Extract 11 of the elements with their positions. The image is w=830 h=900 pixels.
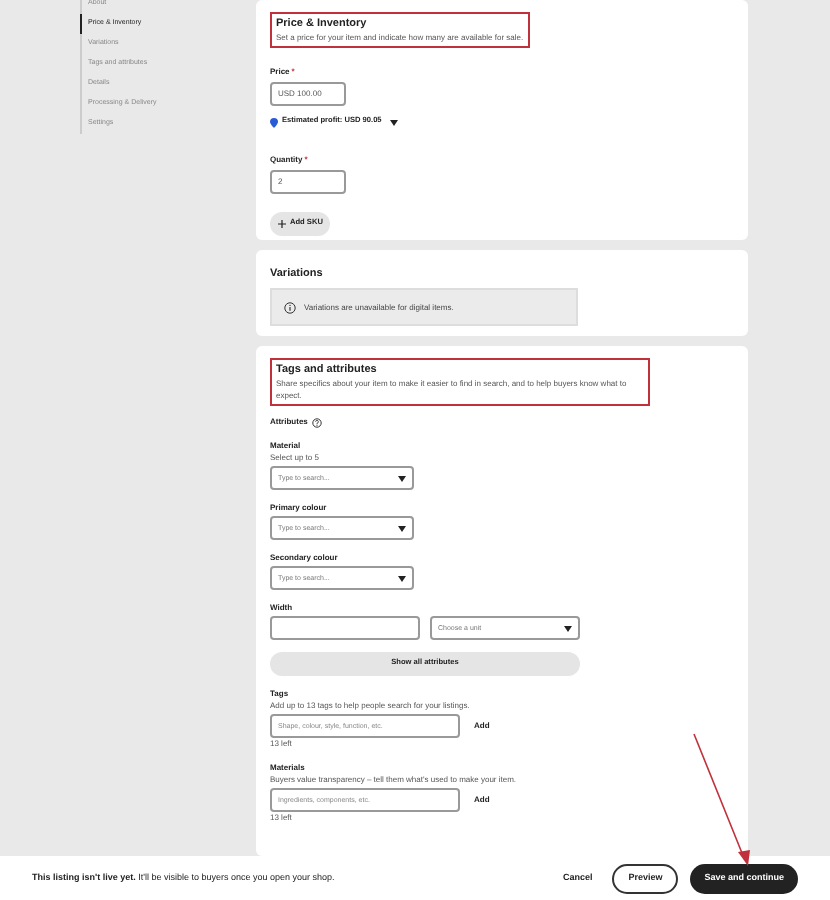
info-icon [284, 301, 296, 314]
help-icon[interactable] [311, 417, 322, 428]
caret-icon [398, 525, 406, 532]
caret-icon [398, 475, 406, 482]
plus-icon [278, 219, 286, 228]
width-field[interactable] [270, 616, 420, 641]
pin-icon [270, 117, 278, 128]
annotation-arrow [690, 730, 754, 870]
caret-icon [398, 575, 406, 582]
caret-icon [564, 625, 572, 632]
caret-icon [389, 119, 398, 126]
